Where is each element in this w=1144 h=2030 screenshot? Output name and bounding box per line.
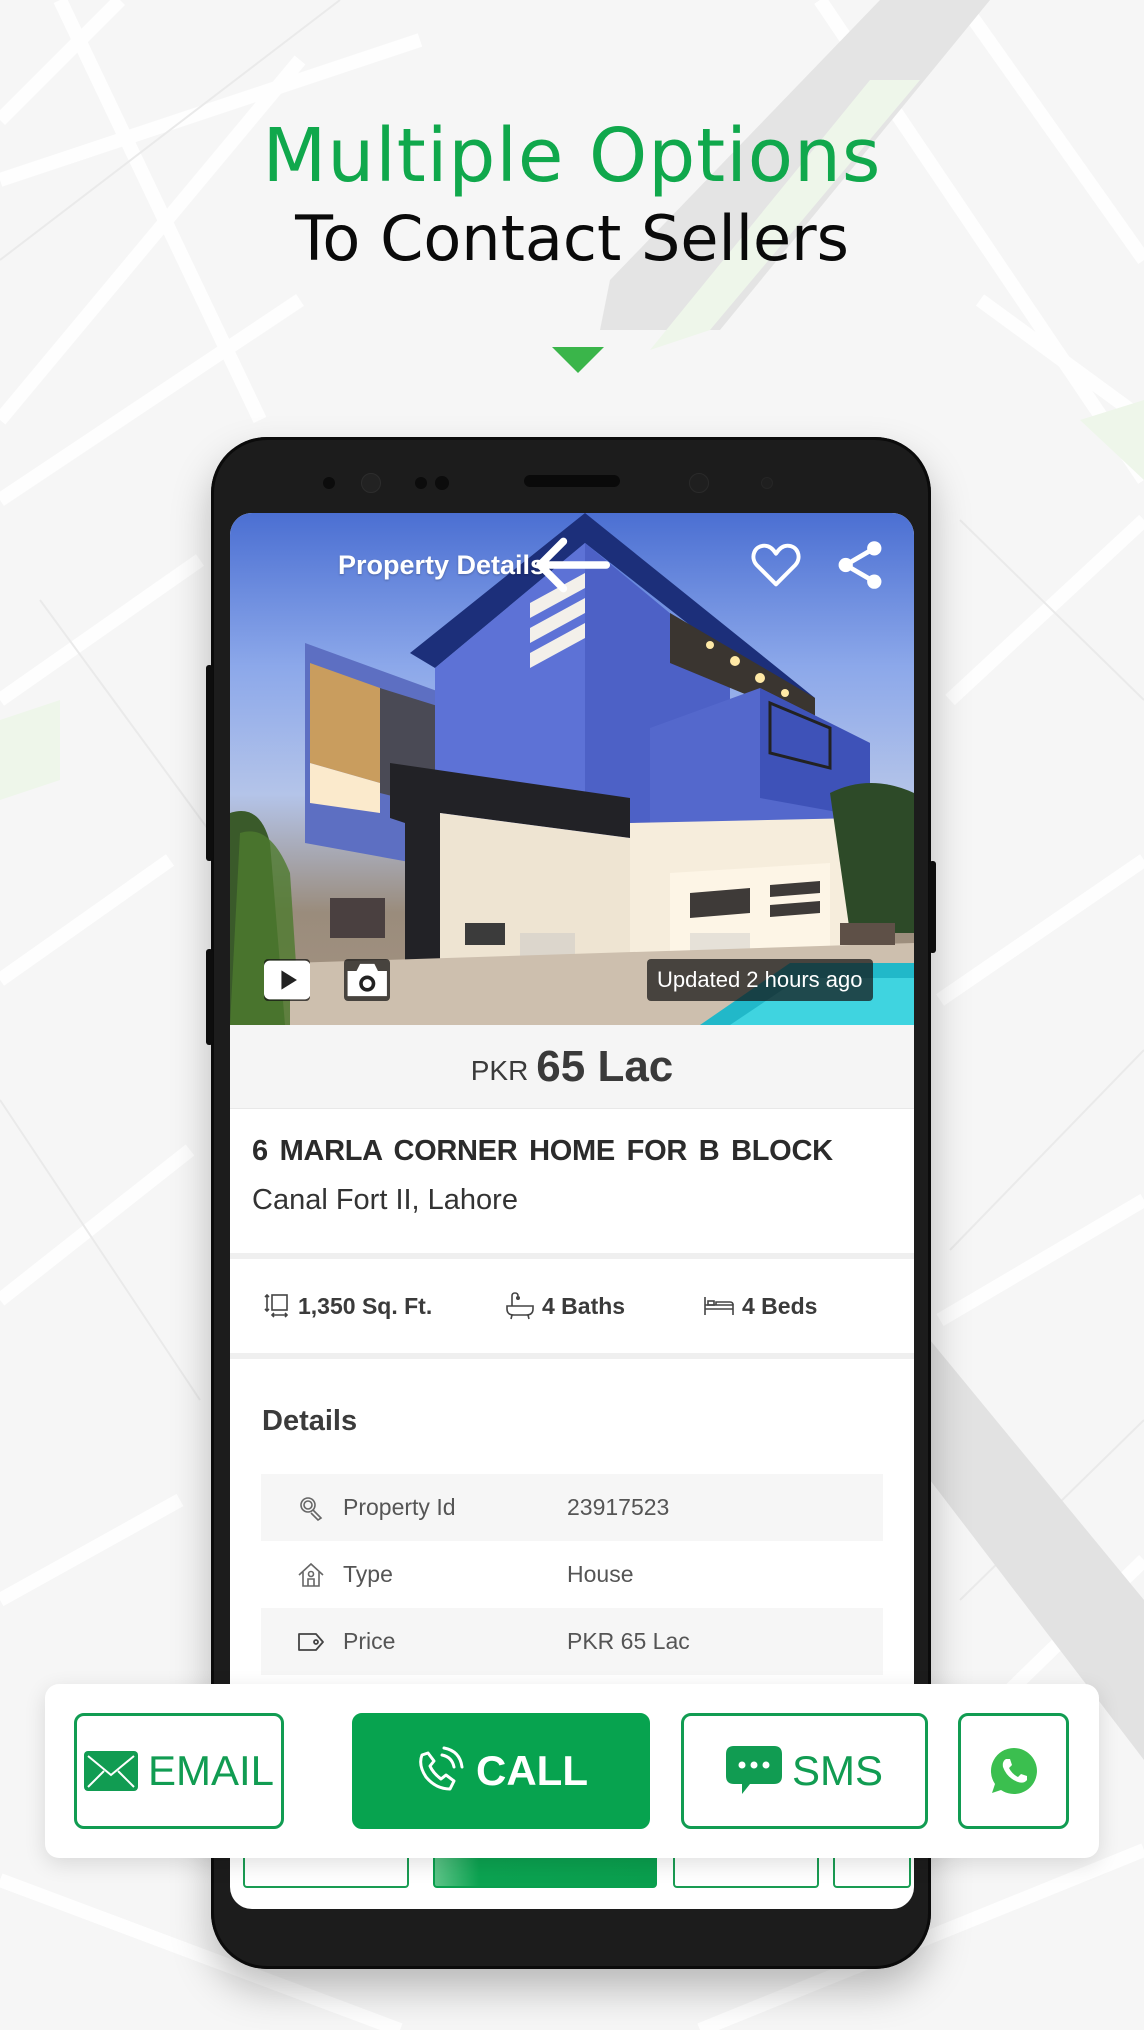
specs-row: 1,350 Sq. Ft. 4 Baths 4 Beds — [230, 1259, 914, 1359]
photo-count-badge[interactable]: 31 — [344, 959, 391, 1001]
down-arrow-icon — [552, 347, 604, 373]
phone-top-bezel — [211, 437, 931, 513]
phone-sensor — [761, 477, 773, 489]
share-icon — [838, 541, 882, 589]
listing-title: 6 MARLA CORNER HOME FOR B BLOCK — [252, 1135, 833, 1167]
sms-button[interactable]: SMS — [681, 1713, 928, 1829]
listing-location: Canal Fort II, Lahore — [252, 1184, 518, 1216]
phone-sensor — [415, 477, 427, 489]
spec-baths-value: 4 Baths — [542, 1292, 626, 1319]
spec-baths: 4 Baths — [506, 1292, 704, 1320]
phone-power-button — [929, 861, 936, 953]
details-value: House — [567, 1561, 634, 1587]
headline-line-1: Multiple Options — [262, 113, 882, 199]
spec-beds: 4 Beds — [704, 1293, 817, 1320]
chat-bubble-icon — [725, 1746, 782, 1796]
phone-sensor — [435, 476, 449, 490]
listing-header: 6 MARLA CORNER HOME FOR B BLOCK Canal Fo… — [230, 1109, 914, 1259]
property-photo[interactable]: Property Details 31 — [230, 513, 914, 1025]
details-label: Type — [343, 1561, 393, 1587]
favorite-button[interactable] — [751, 540, 801, 590]
email-button[interactable]: EMAIL — [74, 1713, 284, 1829]
whatsapp-button[interactable] — [958, 1713, 1069, 1829]
share-button[interactable] — [835, 540, 885, 590]
spec-beds-value: 4 Beds — [742, 1292, 818, 1319]
details-row-property-id: Property Id 23917523 — [261, 1474, 883, 1541]
price-amount: 65 Lac — [536, 1041, 674, 1091]
price-tag-icon — [297, 1631, 325, 1653]
price-bar: PKR 65 Lac — [230, 1025, 914, 1109]
spec-area-value: 1,350 Sq. Ft. — [298, 1292, 433, 1319]
contact-actions-card: EMAIL CALL SMS — [45, 1684, 1099, 1858]
details-value: 23917523 — [567, 1494, 670, 1520]
search-key-icon — [297, 1495, 325, 1521]
headline-line-2: To Contact Sellers — [295, 202, 849, 275]
promo-headline: Multiple Options To Contact Sellers — [0, 112, 1144, 280]
heart-outline-icon — [751, 543, 801, 587]
details-row-price: Price PKR 65 Lac — [261, 1608, 883, 1675]
bed-icon — [704, 1295, 734, 1317]
sms-label: SMS — [791, 1747, 883, 1794]
arrow-left-icon — [536, 537, 611, 593]
price-currency: PKR — [470, 1054, 529, 1086]
phone-side-button — [206, 949, 213, 1045]
email-label: EMAIL — [147, 1747, 275, 1794]
details-row-type: Type House — [261, 1541, 883, 1608]
details-heading: Details — [262, 1405, 358, 1437]
call-label: CALL — [476, 1747, 588, 1794]
updated-badge: Updated 2 hours ago — [647, 959, 873, 1001]
area-icon — [264, 1293, 290, 1319]
house-icon — [297, 1562, 325, 1588]
phone-volume-button — [206, 665, 213, 861]
whatsapp-icon — [989, 1746, 1039, 1796]
bathtub-icon — [506, 1292, 534, 1320]
details-value: PKR 65 Lac — [567, 1628, 690, 1654]
spec-area: 1,350 Sq. Ft. — [264, 1293, 506, 1320]
phone-iris-scanner — [689, 473, 709, 493]
back-button[interactable] — [258, 537, 611, 593]
details-label: Property Id — [343, 1494, 456, 1520]
call-button[interactable]: CALL — [352, 1713, 650, 1829]
details-section: Details Property Id 23917523 Type House … — [230, 1359, 914, 1675]
video-count-badge[interactable]: 31 — [264, 959, 311, 1001]
phone-speaker — [524, 475, 620, 487]
details-label: Price — [343, 1628, 396, 1654]
phone-front-camera — [361, 473, 381, 493]
details-table: Property Id 23917523 Type House Price PK… — [261, 1474, 883, 1675]
envelope-icon — [83, 1751, 138, 1791]
phone-sensor — [323, 477, 335, 489]
app-bar: Property Details — [230, 535, 914, 595]
phone-ringing-icon — [414, 1745, 466, 1797]
